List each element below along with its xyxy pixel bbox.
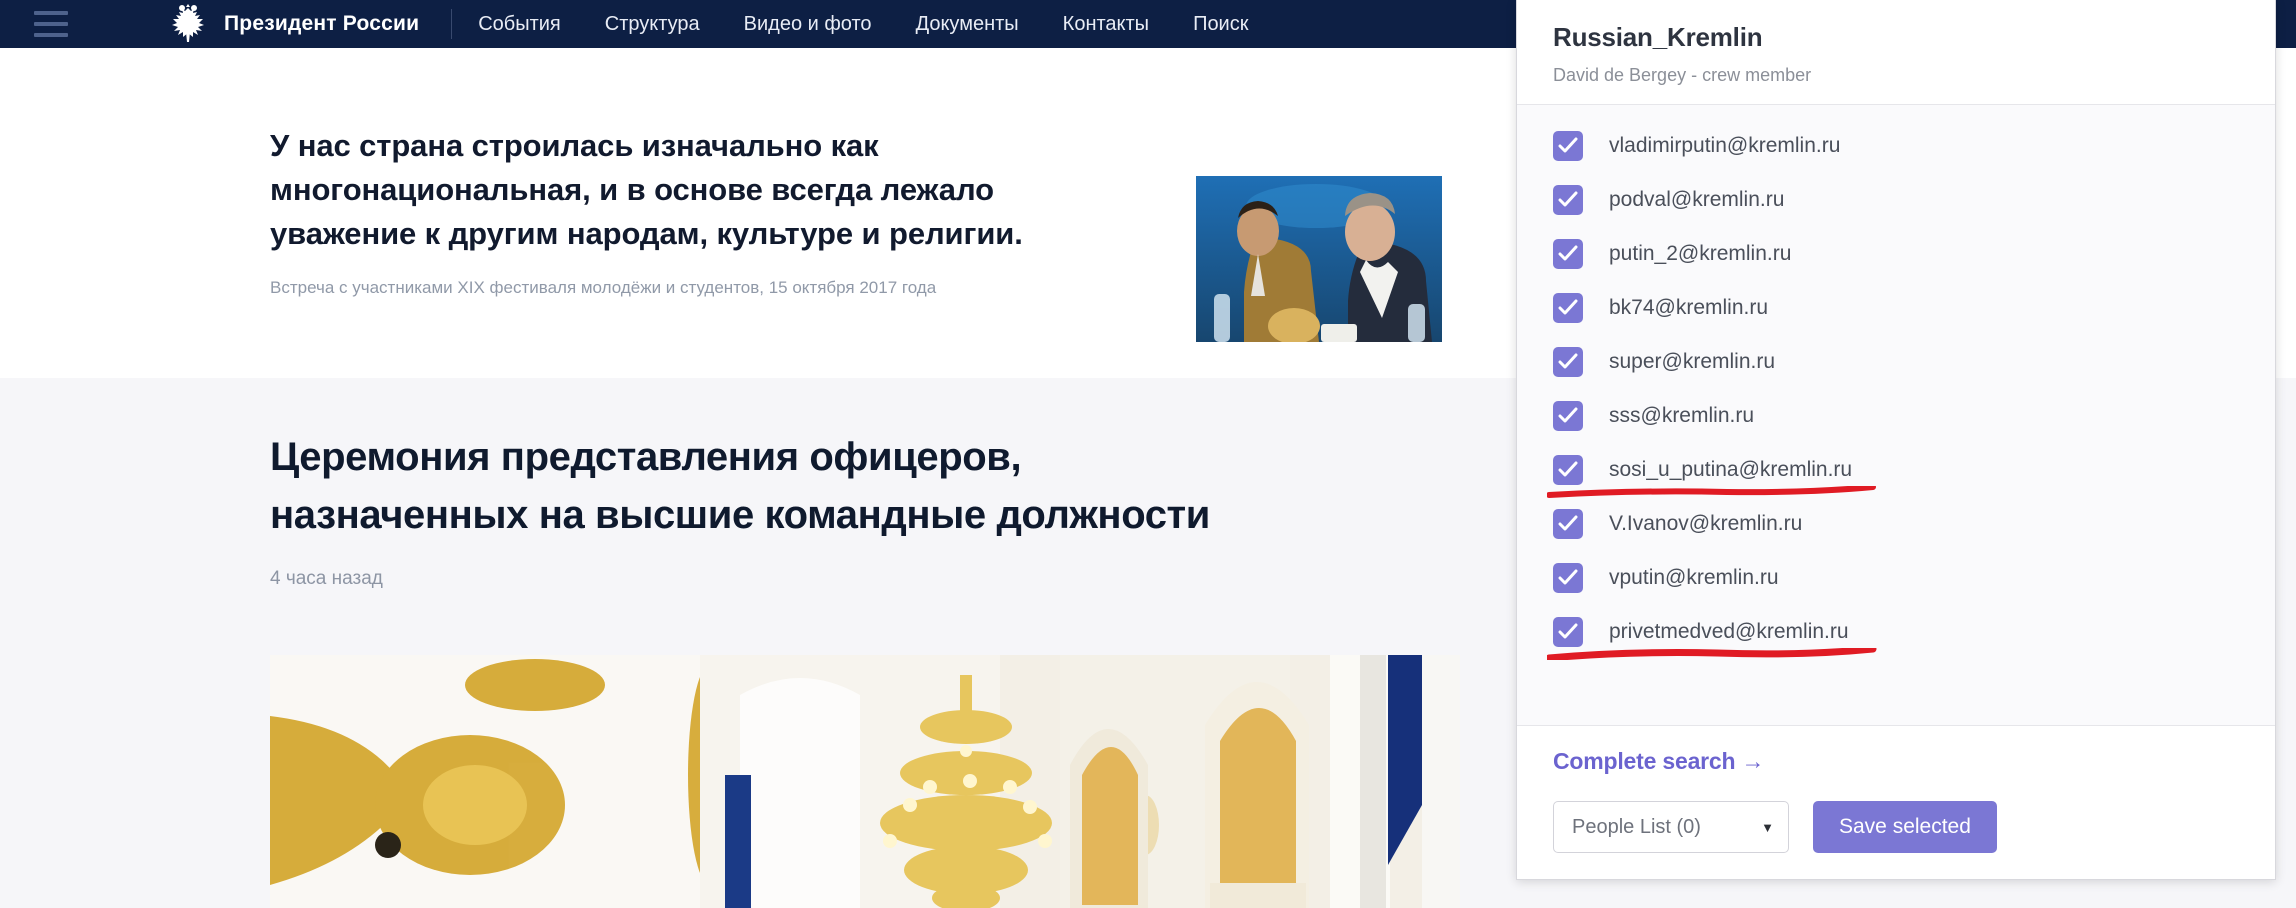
email-checkbox[interactable] [1553,185,1583,215]
email-address[interactable]: putin_2@kremlin.ru [1609,242,1791,266]
panel-footer: Complete search → People List (0) ▼ Save… [1517,726,2275,879]
email-address[interactable]: bk74@kremlin.ru [1609,296,1768,320]
article-timestamp: 4 часа назад [270,568,383,589]
quote-photo[interactable] [1196,176,1442,342]
nav-link-events[interactable]: События [478,13,561,36]
hamburger-icon[interactable] [34,11,68,37]
panel-header: Russian_Kremlin David de Bergey - crew m… [1517,0,2275,104]
email-checkbox[interactable] [1553,509,1583,539]
email-row[interactable]: privetmedved@kremlin.ru [1517,605,2275,660]
email-finder-panel: Russian_Kremlin David de Bergey - crew m… [1516,0,2276,880]
email-checkbox[interactable] [1553,131,1583,161]
email-row[interactable]: super@kremlin.ru [1517,335,2275,389]
panel-title: Russian_Kremlin [1553,22,1763,52]
email-checkbox[interactable] [1553,617,1583,647]
nav-link-search[interactable]: Поиск [1193,13,1248,36]
email-address[interactable]: vputin@kremlin.ru [1609,566,1779,590]
site-brand-title[interactable]: Президент России [224,12,419,36]
email-row[interactable]: sosi_u_putina@kremlin.ru [1517,443,2275,498]
quote-line-1: У нас страна строилась изначально как [270,128,879,163]
nav-link-video[interactable]: Видео и фото [744,13,872,36]
email-address[interactable]: super@kremlin.ru [1609,350,1775,374]
nav-link-structure[interactable]: Структура [605,13,700,36]
navbar-links: События Структура Видео и фото Документы… [478,13,1248,36]
email-row[interactable]: vladimirputin@kremlin.ru [1517,119,2275,173]
email-row[interactable]: putin_2@kremlin.ru [1517,227,2275,281]
panel-subtitle: David de Bergey - crew member [1553,65,1812,85]
email-row[interactable]: podval@kremlin.ru [1517,173,2275,227]
save-selected-button[interactable]: Save selected [1813,801,1997,853]
email-checkbox[interactable] [1553,293,1583,323]
nav-link-documents[interactable]: Документы [916,13,1019,36]
red-highlight-annotation [1547,648,1877,660]
email-address[interactable]: podval@kremlin.ru [1609,188,1784,212]
email-address[interactable]: V.Ivanov@kremlin.ru [1609,512,1802,536]
article-title-line-2[interactable]: назначенных на высшие командные должност… [270,486,1470,544]
email-row[interactable]: V.Ivanov@kremlin.ru [1517,497,2275,551]
email-checkbox[interactable] [1553,347,1583,377]
email-address[interactable]: vladimirputin@kremlin.ru [1609,134,1840,158]
email-address[interactable]: sosi_u_putina@kremlin.ru [1609,458,1852,482]
chevron-down-icon: ▼ [1761,819,1774,835]
email-results-list: vladimirputin@kremlin.ru podval@kremlin.… [1517,105,2275,725]
email-row[interactable]: bk74@kremlin.ru [1517,281,2275,335]
email-address[interactable]: sss@kremlin.ru [1609,404,1754,428]
email-checkbox[interactable] [1553,401,1583,431]
russian-eagle-emblem-icon [172,4,204,42]
complete-search-link[interactable]: Complete search → [1553,748,1765,775]
email-checkbox[interactable] [1553,239,1583,269]
people-list-value: People List (0) [1572,815,1701,838]
article-photo[interactable] [270,655,1460,908]
navbar-divider [451,9,453,39]
article-title-line-1[interactable]: Церемония представления офицеров, [270,428,1470,486]
email-row[interactable]: vputin@kremlin.ru [1517,551,2275,605]
email-checkbox[interactable] [1553,563,1583,593]
email-address[interactable]: privetmedved@kremlin.ru [1609,620,1849,644]
email-checkbox[interactable] [1553,455,1583,485]
people-list-dropdown[interactable]: People List (0) ▼ [1553,801,1789,853]
footer-controls: People List (0) ▼ Save selected [1553,801,2239,853]
email-row[interactable]: sss@kremlin.ru [1517,389,2275,443]
nav-link-contacts[interactable]: Контакты [1063,13,1149,36]
article-text-block: Церемония представления офицеров, назнач… [270,428,1470,590]
